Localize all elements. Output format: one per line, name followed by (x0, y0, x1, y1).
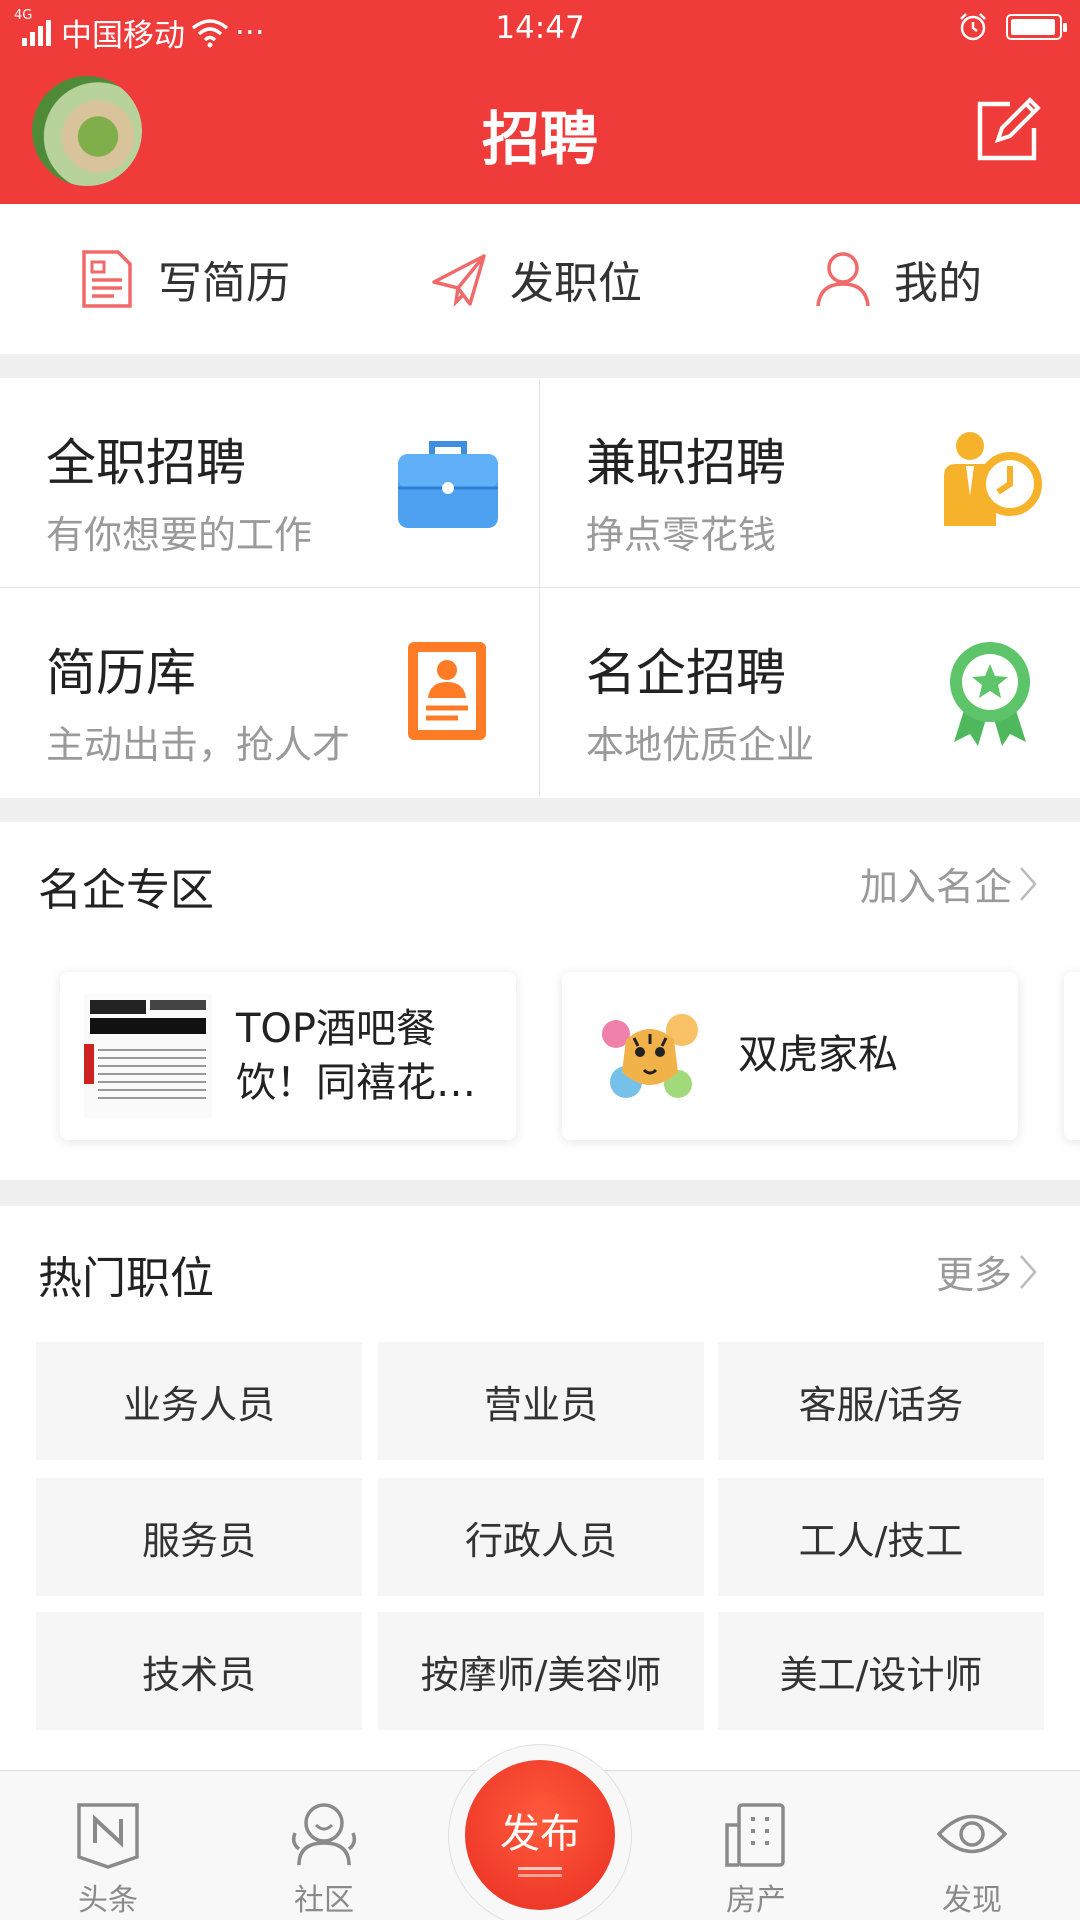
fulltime-title: 全职招聘 (46, 434, 246, 492)
briefcase-icon (398, 441, 498, 528)
post-job-label: 发职位 (510, 258, 642, 309)
tab-community[interactable]: 社区 (254, 1771, 394, 1920)
resume-card-icon (408, 642, 486, 740)
eye-icon (937, 1814, 1007, 1854)
quick-actions: 写简历 发职位 我的 (0, 204, 1080, 354)
job-tag[interactable]: 行政人员 (378, 1478, 704, 1596)
job-tag[interactable]: 营业员 (378, 1342, 704, 1460)
resume-icon (82, 250, 132, 308)
building-icon (725, 1803, 785, 1867)
top-company-jobs-card[interactable]: 名企招聘 本地优质企业 (540, 588, 1079, 797)
write-resume-label: 写简历 (158, 258, 290, 309)
chevron-right-icon (1020, 1254, 1037, 1289)
resume-library-title: 简历库 (46, 644, 196, 702)
job-tag[interactable]: 工人/技工 (718, 1478, 1044, 1596)
news-icon (77, 1803, 139, 1869)
edit-icon[interactable] (974, 92, 1042, 164)
hot-jobs-title: 热门职位 (38, 1253, 214, 1304)
more-jobs-link[interactable]: 更多 (936, 1244, 1038, 1299)
category-grid: 全职招聘 有你想要的工作 兼职招聘 挣点零花钱 简历库 主动出击，抢人才 名企招… (0, 378, 1080, 798)
chevron-right-icon (1020, 866, 1037, 901)
publish-button[interactable]: 发布 (465, 1760, 615, 1910)
tab-headlines-label: 头条 (78, 1883, 138, 1918)
person-clock-icon (944, 432, 1042, 526)
company-name: 双虎家私 (738, 1032, 898, 1078)
tiger-logo (586, 994, 714, 1118)
job-tag[interactable]: 客服/话务 (718, 1342, 1044, 1460)
parttime-subtitle: 挣点零花钱 (586, 513, 777, 557)
fulltime-jobs-card[interactable]: 全职招聘 有你想要的工作 (0, 378, 539, 587)
tab-discover-label: 发现 (942, 1883, 1002, 1918)
my-label: 我的 (894, 258, 982, 309)
tab-real-estate[interactable]: 房产 (686, 1771, 826, 1920)
company-card-partial[interactable] (1064, 972, 1080, 1140)
job-tag[interactable]: 业务人员 (36, 1342, 362, 1460)
page-title: 招聘 (481, 105, 598, 173)
job-tag[interactable]: 服务员 (36, 1478, 362, 1596)
parttime-jobs-card[interactable]: 兼职招聘 挣点零花钱 (540, 378, 1079, 587)
company-name-line2: 饮！同禧花… (236, 1060, 476, 1106)
tab-discover[interactable]: 发现 (902, 1771, 1042, 1920)
more-jobs-label: 更多 (935, 1253, 1012, 1297)
tab-real-estate-label: 房产 (726, 1883, 786, 1918)
award-badge-icon (950, 642, 1030, 746)
header-bar: 4G 中国移动 ··· 14:47 招聘 (0, 0, 1080, 204)
post-job-button[interactable]: 发职位 (430, 204, 642, 354)
paper-plane-icon (432, 254, 486, 307)
status-bar: 4G 中国移动 ··· 14:47 (0, 0, 1080, 56)
status-time: 14:47 (495, 10, 585, 46)
hotpot-poster-logo (84, 994, 212, 1118)
user-icon (816, 252, 870, 307)
battery-icon (1006, 14, 1067, 40)
grid-divider-vertical (539, 378, 540, 798)
join-featured-link[interactable]: 加入名企 (860, 856, 1038, 911)
tab-headlines[interactable]: 头条 (38, 1771, 178, 1920)
join-featured-label: 加入名企 (859, 865, 1012, 909)
resume-library-card[interactable]: 简历库 主动出击，抢人才 (0, 588, 539, 797)
parttime-title: 兼职招聘 (586, 434, 786, 492)
top-company-subtitle: 本地优质企业 (586, 723, 815, 767)
publish-lines-icon (518, 1866, 562, 1870)
grid-divider-horizontal (0, 587, 1080, 588)
job-tag[interactable]: 美工/设计师 (718, 1612, 1044, 1730)
job-tag[interactable]: 技术员 (36, 1612, 362, 1730)
write-resume-button[interactable]: 写简历 (78, 204, 290, 354)
featured-section-title: 名企专区 (38, 865, 214, 916)
my-button[interactable]: 我的 (814, 204, 982, 354)
top-company-title: 名企招聘 (586, 644, 786, 702)
publish-label: 发布 (500, 1810, 580, 1857)
hot-jobs-section: 热门职位 更多 业务人员 营业员 客服/话务 服务员 行政人员 工人/技工 技术… (0, 1206, 1080, 1770)
fulltime-subtitle: 有你想要的工作 (46, 513, 313, 557)
company-card[interactable]: TOP酒吧餐 饮！同禧花… (60, 972, 516, 1140)
company-name-line1: TOP酒吧餐 (236, 1006, 437, 1052)
community-icon (291, 1803, 357, 1866)
resume-library-subtitle: 主动出击，抢人才 (46, 723, 351, 767)
tab-community-label: 社区 (294, 1883, 354, 1918)
featured-companies-section: 名企专区 加入名企 TOP酒吧餐 饮！同禧花… 双虎家私 (0, 822, 1080, 1180)
alarm-icon (960, 13, 986, 41)
job-tag[interactable]: 按摩师/美容师 (378, 1612, 704, 1730)
company-card[interactable]: 双虎家私 (562, 972, 1018, 1140)
